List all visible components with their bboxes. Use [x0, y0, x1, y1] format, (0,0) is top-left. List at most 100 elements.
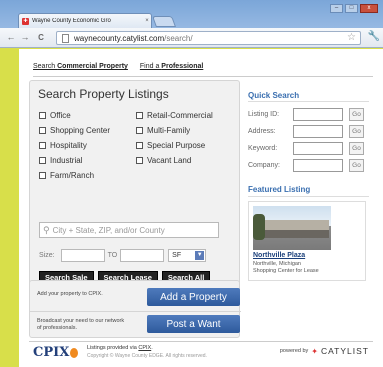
size-unit-value: SF	[172, 251, 182, 259]
featured-listing-location: Northville, Michigan	[253, 261, 301, 267]
company-go-button[interactable]: Go	[349, 158, 364, 172]
keyword-input[interactable]	[293, 141, 343, 155]
location-search-input[interactable]: ⚲ City + State, ZIP, and/or County	[39, 222, 219, 238]
checkbox-special-purpose[interactable]: Special Purpose	[136, 139, 236, 151]
footer-line1-prefix: Listings provided via	[87, 345, 139, 351]
add-property-row: Add your property to CPIX. Add a Propert…	[30, 285, 241, 311]
page-icon	[62, 33, 69, 43]
checkbox-box[interactable]	[136, 111, 143, 119]
bookmark-star-icon[interactable]: ☆	[347, 32, 356, 43]
add-property-text: Add your property to CPIX.	[37, 291, 103, 297]
search-icon: ⚲	[43, 224, 50, 235]
page-content: Search Commercial Property Find a Profes…	[19, 49, 383, 367]
location-placeholder: City + State, ZIP, and/or County	[52, 225, 165, 235]
property-type-checkboxes: Office Retail-Commercial Shopping Center…	[39, 109, 239, 181]
nav-search-commercial-property[interactable]: Search Commercial Property	[33, 63, 128, 70]
nav-link2-prefix: Find a	[139, 63, 162, 70]
address-go-button[interactable]: Go	[349, 124, 364, 138]
tab-close-icon[interactable]: ×	[143, 18, 151, 24]
post-want-row: Broadcast your need to our network of pr…	[30, 311, 241, 337]
footer-divider	[29, 341, 373, 342]
post-want-text: Broadcast your need to our network of pr…	[37, 318, 125, 331]
footer-listings-line: Listings provided via CPIX.	[87, 345, 153, 351]
page-background: Search Commercial Property Find a Profes…	[0, 49, 383, 367]
checkbox-hospitality[interactable]: Hospitality	[39, 139, 136, 151]
quick-search-keyword: Keyword: Go	[248, 141, 376, 155]
post-want-button[interactable]: Post a Want	[147, 315, 240, 333]
window-controls: – □ x	[330, 4, 378, 13]
checkbox-label: Office	[50, 110, 71, 120]
powered-by-label: powered by	[279, 348, 309, 354]
checkbox-label: Retail-Commercial	[147, 110, 213, 120]
listing-id-go-button[interactable]: Go	[349, 107, 364, 121]
checkbox-box[interactable]	[39, 126, 46, 134]
photo-tree	[253, 214, 265, 240]
url-path: /search/	[164, 33, 193, 43]
cpix-logo[interactable]: CPIX	[33, 345, 69, 360]
size-min-input[interactable]	[60, 248, 105, 262]
maximize-button[interactable]: □	[345, 4, 358, 13]
featured-listing-card[interactable]: Northville Plaza Northville, Michigan Sh…	[248, 201, 366, 281]
photo-storefront	[259, 230, 329, 238]
checkbox-farm-ranch[interactable]: Farm/Ranch	[39, 169, 136, 181]
checkbox-shopping-center[interactable]: Shopping Center	[39, 124, 136, 136]
qs-label: Listing ID:	[248, 110, 280, 118]
back-icon[interactable]: ←	[6, 32, 16, 43]
checkbox-vacant-land[interactable]: Vacant Land	[136, 154, 236, 166]
checkbox-box[interactable]	[39, 156, 46, 164]
footer-copyright: Copyright © Wayne County EDGE. All right…	[87, 353, 207, 359]
checkbox-multi-family[interactable]: Multi-Family	[136, 124, 236, 136]
featured-listing-divider	[248, 196, 369, 197]
qs-label: Keyword:	[248, 144, 278, 152]
cpix-swoosh-icon	[70, 348, 78, 358]
close-window-button[interactable]: x	[360, 4, 378, 13]
checkbox-box[interactable]	[136, 126, 143, 134]
new-tab-button[interactable]	[151, 16, 177, 27]
featured-listing-type: Shopping Center for Lease	[253, 268, 319, 274]
size-unit-select[interactable]: SF ▼	[168, 248, 207, 262]
qs-label: Company:	[248, 161, 280, 169]
listing-id-input[interactable]	[293, 107, 343, 121]
company-input[interactable]	[293, 158, 343, 172]
cta-panel: Add your property to CPIX. Add a Propert…	[29, 280, 241, 338]
nav-link2-bold: Professional	[161, 63, 204, 70]
checkbox-box[interactable]	[39, 171, 46, 179]
tab-title: Wayne County Economic Gro	[32, 18, 111, 24]
checkbox-box[interactable]	[136, 156, 143, 164]
quick-search-title: Quick Search	[248, 91, 300, 100]
checkbox-box[interactable]	[39, 111, 46, 119]
footer-cpix-link[interactable]: CPIX	[138, 345, 151, 351]
checkbox-label: Industrial	[50, 155, 83, 165]
wrench-menu-icon[interactable]: 🔧	[368, 31, 380, 42]
url-domain: waynecounty.catylist.com	[74, 33, 165, 43]
checkbox-label: Vacant Land	[147, 155, 192, 165]
checkbox-retail-commercial[interactable]: Retail-Commercial	[136, 109, 236, 121]
chevron-down-icon: ▼	[195, 250, 205, 260]
checkbox-label: Hospitality	[50, 140, 87, 150]
checkbox-box[interactable]	[136, 141, 143, 149]
checkbox-label: Shopping Center	[50, 125, 111, 135]
featured-listing-name[interactable]: Northville Plaza	[253, 252, 305, 259]
checkbox-office[interactable]: Office	[39, 109, 136, 121]
catylist-mark-icon: ✦	[311, 346, 318, 356]
featured-listing-photo[interactable]	[253, 206, 331, 250]
checkbox-industrial[interactable]: Industrial	[39, 154, 136, 166]
reload-icon[interactable]: C	[36, 32, 46, 43]
footer-line1-suffix: .	[151, 345, 153, 351]
address-bar[interactable]: waynecounty.catylist.com /search/ ☆	[56, 31, 361, 45]
add-property-button[interactable]: Add a Property	[147, 288, 240, 306]
address-input[interactable]	[293, 124, 343, 138]
checkbox-label: Special Purpose	[147, 140, 206, 150]
minimize-button[interactable]: –	[330, 4, 343, 13]
qs-label: Address:	[248, 127, 276, 135]
keyword-go-button[interactable]: Go	[349, 141, 364, 155]
featured-listing-title: Featured Listing	[248, 185, 311, 194]
size-filter: Size: TO SF ▼	[39, 248, 207, 262]
browser-tab[interactable]: ✚ Wayne County Economic Gro ×	[18, 13, 152, 28]
checkbox-box[interactable]	[39, 141, 46, 149]
size-max-input[interactable]	[120, 248, 165, 262]
nav-find-professional[interactable]: Find a Professional	[140, 63, 203, 70]
powered-by-catylist[interactable]: powered by ✦ CATYLIST	[280, 346, 369, 356]
browser-chrome: ✚ Wayne County Economic Gro × – □ x ← → …	[0, 0, 383, 48]
forward-icon[interactable]: →	[20, 32, 30, 43]
